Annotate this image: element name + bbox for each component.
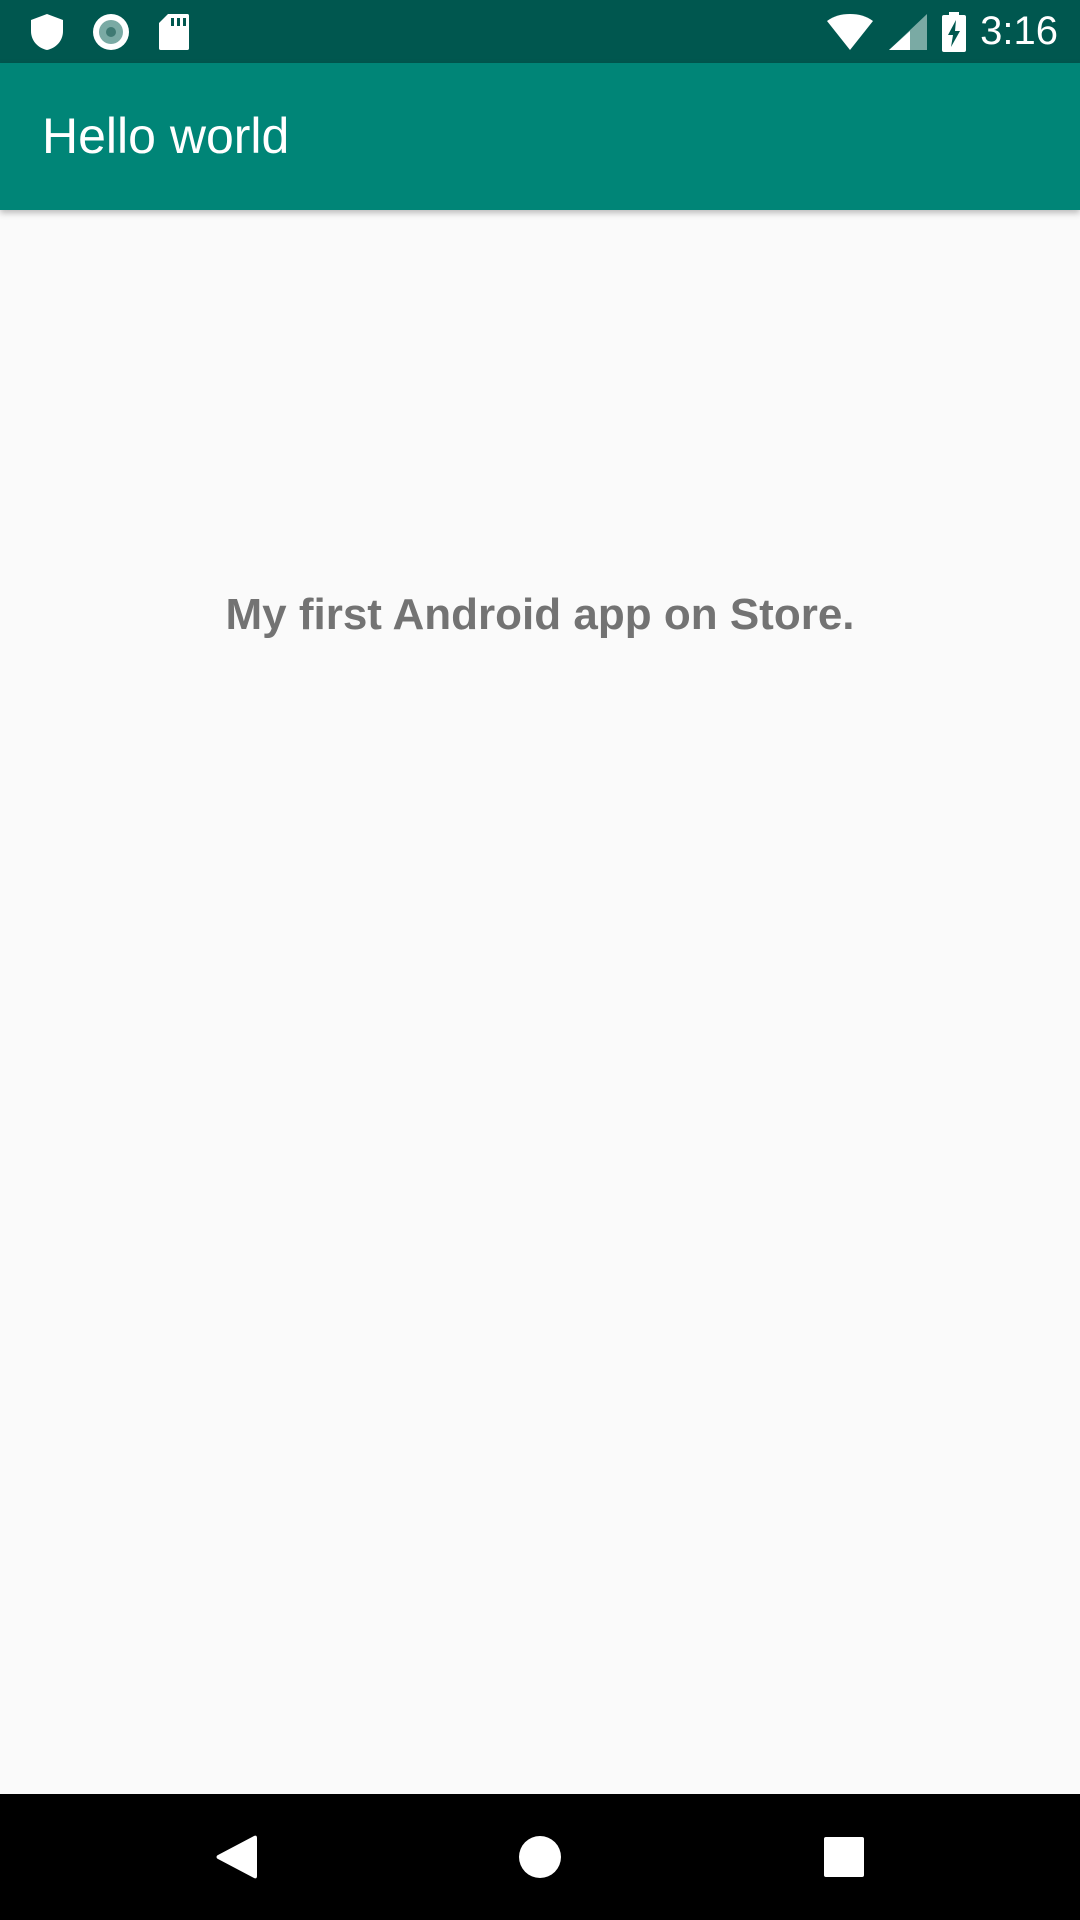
back-icon [216,1835,257,1879]
record-icon [93,13,129,50]
app-title: Hello world [42,108,290,164]
shield-icon [31,13,63,50]
status-right-icons: 3:16 [826,0,1058,63]
status-bar: 3:16 [0,0,1080,63]
battery-charging-icon [942,11,967,52]
status-left-icons [30,0,190,63]
recents-icon [824,1837,864,1877]
back-button[interactable] [206,1827,266,1887]
sd-card-icon [159,13,189,50]
recents-button[interactable] [814,1827,874,1887]
main-content: My first Android app on Store. [0,210,1080,1794]
status-clock: 3:16 [980,9,1058,53]
wifi-icon [827,13,874,50]
home-button[interactable] [510,1827,570,1887]
home-icon [519,1836,561,1878]
app-bar: Hello world [0,63,1080,210]
cell-signal-icon [889,13,928,50]
screen: 3:16 Hello world My first Android app on… [0,0,1080,1920]
navigation-bar [0,1794,1080,1920]
main-message: My first Android app on Store. [225,590,855,639]
